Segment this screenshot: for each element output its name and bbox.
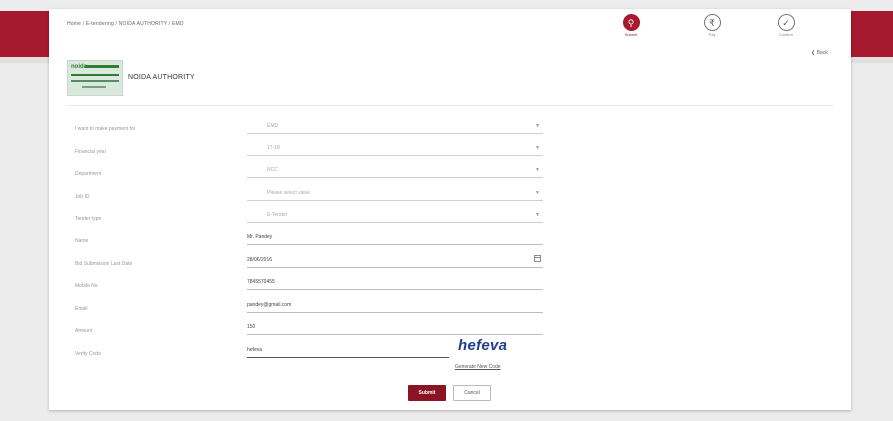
email-value: pandey@gmail.com xyxy=(247,302,292,308)
bid-last-date-label: Bid Submission Last Date xyxy=(75,261,133,267)
email-input[interactable]: pandey@gmail.com xyxy=(247,298,543,313)
back-link[interactable]: ❮ Back xyxy=(811,50,828,56)
department-select[interactable]: NCC ▼ xyxy=(247,163,543,178)
amount-value: 150 xyxy=(247,324,256,330)
name-input[interactable]: Mr. Pandey xyxy=(247,230,543,245)
search-icon: ⚲ xyxy=(622,14,640,31)
verify-code-label: Verify Code xyxy=(75,351,101,357)
department-label: Department xyxy=(75,171,102,177)
progress-steps: ⚲ Submit ₹ Pay ✓ Confirm xyxy=(611,14,811,48)
name-label: Name xyxy=(75,238,89,244)
mobile-label: Mobile No xyxy=(75,283,98,289)
org-name: NOIDA AUTHORITY xyxy=(128,74,195,81)
noida-authority-logo: noida xyxy=(67,60,123,96)
step-label: Submit xyxy=(624,32,638,37)
step-confirm: ✓ Confirm xyxy=(766,14,806,37)
chevron-down-icon: ▼ xyxy=(535,145,540,151)
financial-year-select[interactable]: 17-18 ▼ xyxy=(247,141,543,156)
check-icon: ✓ xyxy=(777,14,795,31)
verify-code-value: hefeva xyxy=(247,347,263,353)
payment-for-label: I want to make payment for xyxy=(75,126,136,132)
tender-type-label: Tender type xyxy=(75,216,102,222)
chevron-down-icon: ▼ xyxy=(535,190,540,196)
captcha-image: hefeva xyxy=(458,337,508,354)
submit-button[interactable]: Submit xyxy=(408,385,446,401)
chevron-down-icon: ▼ xyxy=(535,167,540,173)
amount-input[interactable]: 150 xyxy=(247,320,543,335)
cancel-button[interactable]: Cancel xyxy=(453,385,491,401)
job-id-value: Please select value xyxy=(267,190,311,196)
payment-for-value: EMD xyxy=(267,123,279,129)
chevron-down-icon: ▼ xyxy=(535,123,540,129)
mobile-input[interactable]: 7845570455 xyxy=(247,275,543,290)
bid-last-date-value: 28/06/2016 xyxy=(247,257,273,263)
tender-type-value: E-Tender xyxy=(267,212,288,218)
rupee-icon: ₹ xyxy=(703,14,721,31)
tender-type-select[interactable]: E-Tender ▼ xyxy=(247,208,543,223)
financial-year-label: Financial year xyxy=(75,149,107,155)
name-value: Mr. Pandey xyxy=(247,234,273,240)
job-id-label: Job ID xyxy=(75,194,90,200)
verify-code-input[interactable]: hefeva xyxy=(247,343,449,358)
divider xyxy=(67,105,833,106)
mobile-value: 7845570455 xyxy=(247,279,275,285)
step-label: Pay xyxy=(708,32,716,37)
step-label: Confirm xyxy=(778,32,793,37)
payment-for-select[interactable]: EMD ▼ xyxy=(247,119,543,134)
job-id-select[interactable]: Please select value ▼ xyxy=(247,186,543,201)
generate-new-code-link[interactable]: Generate New Code xyxy=(455,364,501,370)
chevron-down-icon: ▼ xyxy=(535,212,540,218)
email-label: Email xyxy=(75,306,88,312)
department-value: NCC xyxy=(267,167,278,173)
financial-year-value: 17-18 xyxy=(267,145,280,151)
breadcrumb: Home / E-tendering / NOIDA AUTHORITY / E… xyxy=(67,21,184,27)
amount-label: Amount xyxy=(75,328,93,334)
payment-card: Home / E-tendering / NOIDA AUTHORITY / E… xyxy=(49,9,851,410)
calendar-icon[interactable] xyxy=(534,255,541,262)
bid-last-date-input[interactable]: 28/06/2016 xyxy=(247,253,543,268)
step-submit: ⚲ Submit xyxy=(611,14,651,37)
step-pay: ₹ Pay xyxy=(692,14,732,37)
